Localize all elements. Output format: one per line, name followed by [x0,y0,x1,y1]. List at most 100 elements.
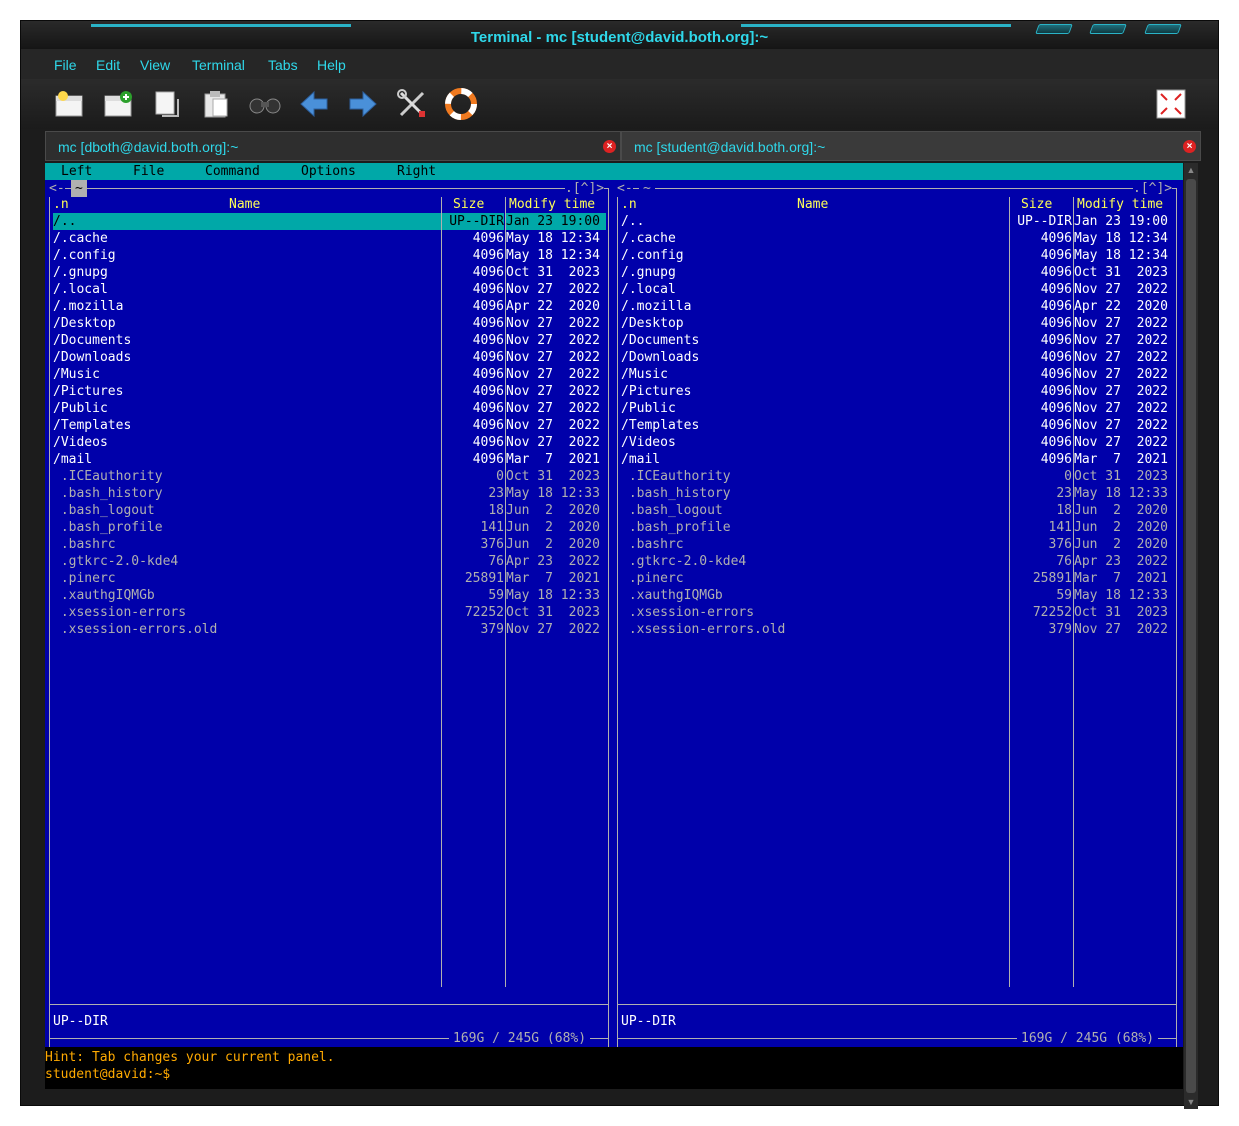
mc-menu-left[interactable]: Left [61,164,92,179]
file-mtime: Jan 23 19:00 [1074,214,1168,229]
file-mtime: May 18 12:34 [1074,231,1168,246]
header-n[interactable]: .n [53,196,69,213]
file-size: 4096 [472,367,504,382]
file-mtime: Jun 2 2020 [1074,503,1168,518]
file-mtime: Oct 31 2023 [506,469,600,484]
mc-menu-command[interactable]: Command [205,164,260,179]
left-panel[interactable]: <- ~ .[^]> .n Name Size Modify time /.. U… [45,180,611,1047]
file-name: /Music [53,367,100,382]
copy-icon[interactable] [151,88,183,120]
header-name[interactable]: Name [229,196,260,213]
file-size: 141 [1048,520,1072,535]
paste-icon[interactable] [200,88,232,120]
maximize-button[interactable] [1089,24,1127,34]
file-name: .xsession-errors.old [53,622,218,637]
left-panel-history[interactable]: .[^]> [565,180,605,197]
file-mtime: Nov 27 2022 [506,350,600,365]
preferences-icon[interactable] [396,88,428,120]
file-size: 72252 [1032,605,1072,620]
file-size: 76 [488,554,504,569]
file-size: 23 [1056,486,1072,501]
shell-prompt[interactable]: student@david:~$ [45,1066,170,1083]
file-size: 4096 [1040,350,1072,365]
mc-menu-options[interactable]: Options [301,164,356,179]
file-name: .bash_profile [53,520,163,535]
menu-tabs[interactable]: Tabs [268,57,298,73]
file-size: 4096 [472,418,504,433]
menu-edit[interactable]: Edit [96,57,120,73]
tab-student[interactable]: mc [student@david.both.org]:~ × [621,131,1201,161]
back-icon[interactable] [298,88,330,120]
file-size: 4096 [1040,435,1072,450]
close-tab-icon[interactable]: × [603,140,616,153]
header-size[interactable]: Size [1021,196,1052,213]
close-tab-icon[interactable]: × [1183,140,1196,153]
file-size: 376 [480,537,504,552]
header-name[interactable]: Name [797,196,828,213]
file-mtime: Nov 27 2022 [506,333,600,348]
file-name: /Desktop [53,316,116,331]
scrollbar-thumb[interactable] [1186,179,1196,1093]
new-window-icon[interactable] [53,88,85,120]
scroll-up-icon[interactable]: ▲ [1184,163,1198,177]
minimize-button[interactable] [1035,24,1073,34]
right-status: UP--DIR [621,1014,676,1029]
header-mtime[interactable]: Modify time [509,196,595,213]
file-size: 376 [1048,537,1072,552]
menu-help[interactable]: Help [317,57,346,73]
file-size: 4096 [1040,231,1072,246]
file-size: 72252 [464,605,504,620]
right-panel-up-indicator[interactable]: <- [617,180,633,197]
file-size: 4096 [472,401,504,416]
file-name: /Public [53,401,108,416]
menu-terminal[interactable]: Terminal [192,57,245,73]
file-name: .gtkrc-2.0-kde4 [53,554,179,569]
file-name: .bashrc [53,537,116,552]
file-size: 4096 [472,299,504,314]
terminal-scrollbar[interactable]: ▲ ▼ [1184,163,1198,1109]
file-mtime: Nov 27 2022 [1074,418,1168,433]
file-mtime: Nov 27 2022 [1074,401,1168,416]
title-bar[interactable]: Terminal - mc [student@david.both.org]:~ [21,21,1218,49]
header-n[interactable]: .n [621,196,637,213]
fullscreen-icon[interactable] [1155,88,1187,120]
file-mtime: May 18 12:34 [506,248,600,263]
file-mtime: Nov 27 2022 [1074,435,1168,450]
mc-menu-file[interactable]: File [133,164,164,179]
file-name: /.gnupg [621,265,676,280]
menu-bar: File Edit View Terminal Tabs Help [21,49,1218,79]
header-size[interactable]: Size [453,196,484,213]
menu-view[interactable]: View [140,57,170,73]
right-panel-history[interactable]: .[^]> [1133,180,1173,197]
file-mtime: May 18 12:33 [1074,486,1168,501]
file-mtime: May 18 12:34 [506,231,600,246]
file-name: .bash_logout [621,503,723,518]
tab-dboth-label: mc [dboth@david.both.org]:~ [58,139,239,155]
file-mtime: Apr 22 2020 [1074,299,1168,314]
terminal-screen[interactable]: Left File Command Options Right <- ~ .[^… [45,163,1183,1089]
file-name: /.mozilla [621,299,692,314]
file-mtime: Nov 27 2022 [1074,384,1168,399]
tab-dboth[interactable]: mc [dboth@david.both.org]:~ × [45,131,621,161]
title-decoration-right [741,24,1011,27]
file-size: 4096 [472,316,504,331]
file-name: .ICEauthority [621,469,731,484]
scroll-down-icon[interactable]: ▼ [1184,1095,1198,1109]
command-area[interactable]: Hint: Tab changes your current panel. st… [45,1047,1183,1089]
file-size: 4096 [1040,401,1072,416]
file-mtime: Nov 27 2022 [506,418,600,433]
file-mtime: Mar 7 2021 [1074,571,1168,586]
close-window-button[interactable] [1144,24,1182,34]
new-tab-icon[interactable] [102,88,134,120]
header-mtime[interactable]: Modify time [1077,196,1163,213]
menu-file[interactable]: File [54,57,77,73]
file-size: 4096 [472,248,504,263]
file-name: /Downloads [621,350,700,365]
forward-icon[interactable] [347,88,379,120]
right-panel[interactable]: <- ~ .[^]> .n Name Size Modify time /.. U… [613,180,1179,1047]
find-icon[interactable] [249,88,281,120]
help-icon[interactable] [445,88,477,120]
left-panel-up-indicator[interactable]: <- [49,180,65,197]
file-size: 4096 [1040,333,1072,348]
mc-menu-right[interactable]: Right [397,164,436,179]
